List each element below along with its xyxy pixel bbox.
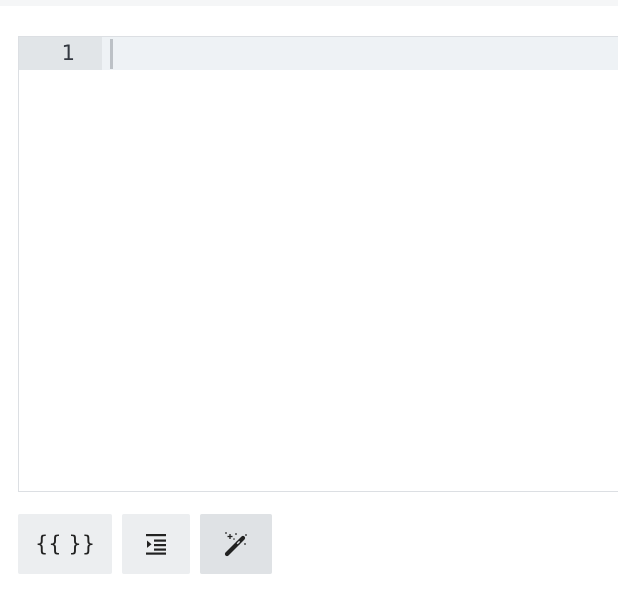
active-line[interactable]: 1 <box>19 37 618 70</box>
code-editor[interactable]: 1 <box>18 36 618 492</box>
magic-wand-icon <box>223 531 249 557</box>
template-braces-button[interactable]: {{ }} <box>18 514 112 574</box>
line-number: 1 <box>19 37 102 70</box>
indent-icon <box>145 533 167 555</box>
top-divider-strip <box>0 0 618 6</box>
indent-button[interactable] <box>122 514 190 574</box>
text-cursor <box>110 39 113 69</box>
format-magic-button[interactable] <box>200 514 272 574</box>
template-braces-icon: {{ }} <box>34 532 96 556</box>
